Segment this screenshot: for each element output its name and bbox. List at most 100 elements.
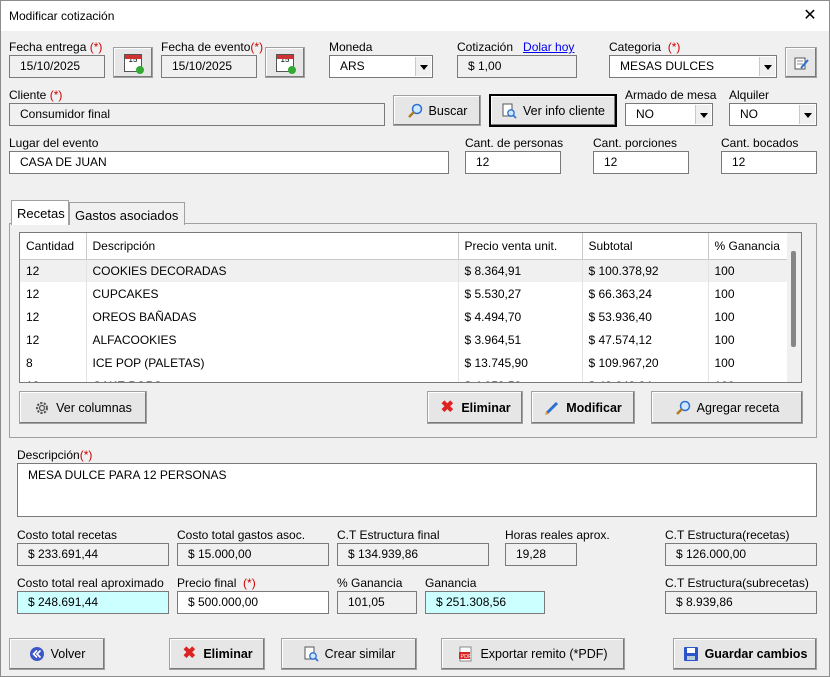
costo-recetas-field[interactable]: $ 233.691,44 — [17, 543, 169, 566]
tab-recetas[interactable]: Recetas — [11, 200, 69, 225]
lugar-field[interactable]: CASA DE JUAN — [9, 151, 449, 174]
crear-similar-button[interactable]: Crear similar — [281, 638, 417, 670]
column-header[interactable]: Descripción — [86, 233, 459, 260]
table-cell: $ 53.936,40 — [582, 305, 709, 328]
exportar-remito-button[interactable]: PDF Exportar remito (*PDF) — [441, 638, 625, 670]
personas-label: Cant. de personas — [465, 136, 564, 150]
moneda-label: Moneda — [329, 40, 373, 54]
close-icon[interactable]: ✕ — [799, 5, 821, 27]
column-header[interactable]: Cantidad — [20, 233, 87, 260]
dolar-hoy-link[interactable]: Dolar hoy — [523, 40, 574, 54]
fecha-evento-field[interactable]: 15/10/2025 — [161, 55, 257, 78]
ver-info-cliente-button[interactable]: Ver info cliente — [489, 94, 617, 127]
table-scrollbar[interactable] — [787, 233, 801, 382]
costo-recetas-label: Costo total recetas — [17, 528, 118, 542]
costo-gastos-field[interactable]: $ 15.000,00 — [177, 543, 329, 566]
pct-ganancia-field[interactable]: 101,05 — [337, 591, 417, 614]
ganancia-label: Ganancia — [425, 576, 477, 590]
column-header[interactable]: % Ganancia — [708, 233, 789, 260]
fecha-entrega-field[interactable]: 15/10/2025 — [9, 55, 105, 78]
document-search-icon — [502, 103, 517, 119]
alquiler-select[interactable]: NO — [729, 103, 817, 126]
table-row[interactable]: 12 ALFACOOKIES $ 3.964,51 $ 47.574,12 100 — [20, 328, 789, 351]
table-row[interactable]: 8 ICE POP (PALETAS) $ 13.745,90 $ 109.967,2… — [20, 351, 789, 374]
cliente-label: Cliente (*) — [9, 88, 63, 102]
eliminar-receta-button[interactable]: ✖ Eliminar — [427, 391, 523, 424]
agregar-receta-button[interactable]: Agregar receta — [651, 391, 803, 424]
armado-value: NO — [636, 107, 654, 121]
cliente-field[interactable]: Consumidor final — [9, 103, 385, 126]
exportar-remito-label: Exportar remito (*PDF) — [480, 647, 608, 661]
gear-icon — [36, 401, 49, 414]
categoria-value: MESAS DULCES — [620, 59, 715, 73]
porciones-field[interactable]: 12 — [593, 151, 689, 174]
ct-estructura-subrecetas-field[interactable]: $ 8.939,86 — [665, 591, 817, 614]
scrollbar-thumb[interactable] — [791, 251, 796, 347]
chevron-down-icon[interactable] — [415, 57, 431, 76]
table-cell: $ 4.494,70 — [458, 305, 583, 328]
moneda-select[interactable]: ARS — [329, 55, 433, 78]
eliminar-cotizacion-label: Eliminar — [203, 647, 253, 661]
personas-field[interactable]: 12 — [465, 151, 561, 174]
fecha-evento-calendar-button[interactable]: 15 — [265, 47, 305, 78]
costo-real-label: Costo total real aproximado — [17, 576, 164, 590]
chevron-down-icon[interactable] — [799, 105, 815, 124]
costo-real-field[interactable]: $ 248.691,44 — [17, 591, 169, 614]
guardar-cambios-label: Guardar cambios — [704, 647, 808, 661]
table-cell: $ 3.964,51 — [458, 328, 583, 351]
table-cell: 8 — [20, 351, 87, 374]
column-header[interactable]: Subtotal — [582, 233, 709, 260]
buscar-button[interactable]: Buscar — [393, 95, 481, 126]
column-header[interactable]: Precio venta unit. — [458, 233, 583, 260]
eliminar-cotizacion-button[interactable]: ✖ Eliminar — [169, 638, 265, 670]
horas-field[interactable]: 19,28 — [505, 543, 577, 566]
categoria-select[interactable]: MESAS DULCES — [609, 55, 777, 78]
ver-columnas-button[interactable]: Ver columnas — [19, 391, 147, 424]
table-header-row: Cantidad Descripción Precio venta unit. … — [20, 233, 789, 260]
table-row[interactable]: 12 CUPCAKES $ 5.530,27 $ 66.363,24 100 — [20, 282, 789, 305]
edit-categoria-button[interactable] — [785, 47, 817, 78]
guardar-cambios-button[interactable]: Guardar cambios — [673, 638, 817, 670]
ct-estructura-recetas-field[interactable]: $ 126.000,00 — [665, 543, 817, 566]
table-cell: $ 8.364,91 — [458, 259, 583, 282]
crear-similar-label: Crear similar — [324, 647, 396, 661]
table-cell: $ 100.378,92 — [582, 259, 709, 282]
table-cell: ALFACOOKIES — [86, 328, 459, 351]
table-cell: $ 4.053,52 — [458, 374, 583, 382]
recetas-table[interactable]: Cantidad Descripción Precio venta unit. … — [19, 232, 802, 383]
volver-button[interactable]: Volver — [9, 638, 105, 670]
delete-x-icon: ✖ — [440, 398, 455, 416]
ver-info-cliente-label: Ver info cliente — [523, 103, 605, 118]
table-row[interactable]: 12CAKE POPS$ 4.053,52$ 48.642,24100 — [20, 374, 789, 382]
ct-estructura-recetas-label: C.T Estructura(recetas) — [665, 528, 790, 542]
table-cell: CUPCAKES — [86, 282, 459, 305]
table-row[interactable]: 12 COOKIES DECORADAS $ 8.364,91 $ 100.378,9… — [20, 259, 789, 282]
modificar-receta-label: Modificar — [566, 400, 622, 415]
svg-text:PDF: PDF — [461, 654, 473, 660]
table-row[interactable]: 12 OREOS BAÑADAS $ 4.494,70 $ 53.936,40 100 — [20, 305, 789, 328]
ct-estructura-final-label: C.T Estructura final — [337, 528, 440, 542]
precio-final-field[interactable]: $ 500.000,00 — [177, 591, 329, 614]
ver-columnas-label: Ver columnas — [56, 400, 132, 415]
eliminar-receta-label: Eliminar — [461, 400, 511, 415]
calendar-icon: 15 — [276, 53, 296, 74]
table-cell: 100 — [708, 374, 789, 382]
cotizacion-field[interactable]: $ 1,00 — [457, 55, 577, 78]
descripcion-textarea[interactable]: MESA DULCE PARA 12 PERSONAS — [17, 463, 817, 517]
table-cell: 100 — [708, 259, 789, 282]
fecha-entrega-calendar-button[interactable]: 15 — [113, 47, 153, 78]
ganancia-field[interactable]: $ 251.308,56 — [425, 591, 545, 614]
ct-estructura-final-field[interactable]: $ 134.939,86 — [337, 543, 489, 566]
chevron-down-icon[interactable] — [695, 105, 711, 124]
edit-notepad-icon — [794, 57, 809, 69]
tab-gastos-asociados[interactable]: Gastos asociados — [69, 202, 185, 225]
precio-final-label: Precio final (*) — [177, 576, 256, 590]
modificar-receta-button[interactable]: Modificar — [531, 391, 635, 424]
armado-select[interactable]: NO — [625, 103, 713, 126]
table-cell: 12 — [20, 328, 87, 351]
chevron-down-icon[interactable] — [759, 57, 775, 76]
calendar-icon: 15 — [124, 53, 144, 74]
table-cell: 100 — [708, 282, 789, 305]
bocados-field[interactable]: 12 — [721, 151, 817, 174]
table-cell: 100 — [708, 305, 789, 328]
